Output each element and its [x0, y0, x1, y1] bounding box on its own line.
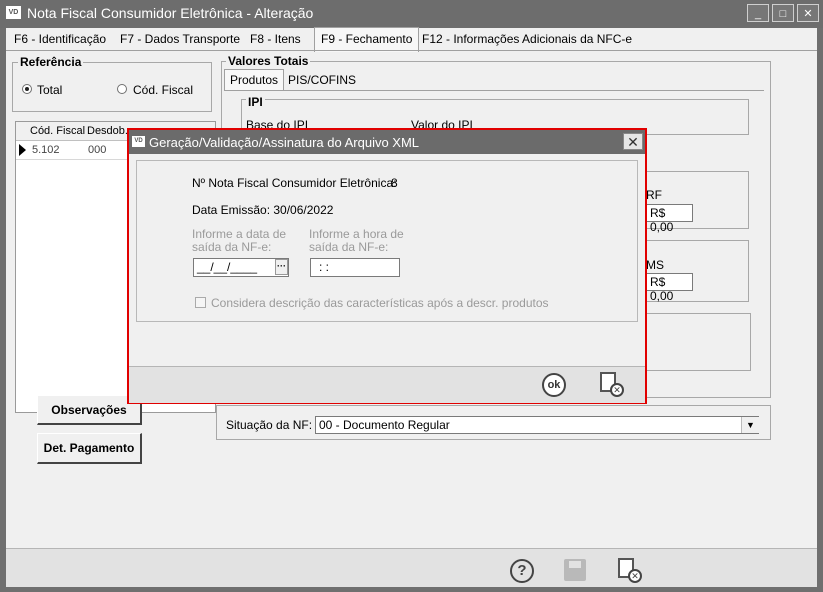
tab-fechamento[interactable]: F9 - Fechamento [314, 27, 420, 52]
save-icon-shutter [569, 561, 581, 568]
tab-divider [6, 50, 817, 51]
considera-checkbox-label: Considera descrição das características … [211, 296, 549, 310]
tab-dados-transporte[interactable]: F7 - Dados Transporte [114, 28, 246, 50]
partial-label-1: RF [646, 188, 662, 202]
ipi-title: IPI [246, 95, 265, 109]
situacao-select[interactable]: 00 - Documento Regular [315, 416, 759, 434]
situacao-value: 00 - Documento Regular [319, 418, 450, 432]
xml-modal: VD Geração/Validação/Assinatura do Arqui… [127, 128, 647, 404]
radio-cod-fiscal-label: Cód. Fiscal [133, 83, 194, 97]
data-emissao: Data Emissão: 30/06/2022 [192, 203, 334, 217]
saida-time-value: : : [319, 260, 330, 274]
save-icon[interactable] [564, 559, 586, 581]
tab-identificacao[interactable]: F6 - Identificação [8, 28, 112, 50]
time-label-line2: saída da NF-e: [309, 240, 389, 254]
modal-cancel-badge-icon: ✕ [610, 383, 624, 397]
status-bar [6, 548, 817, 587]
valores-totais-title: Valores Totais [226, 54, 311, 68]
time-label-line1: Informe a hora de [309, 227, 404, 241]
app-icon: VD [6, 6, 21, 19]
grid-cell-cod-fiscal: 5.102 [32, 144, 60, 156]
modal-title: Geração/Validação/Assinatura do Arquivo … [149, 135, 420, 150]
partial-label-2: MS [646, 258, 664, 272]
date-label-line1: Informe a data de [192, 227, 287, 241]
close-button[interactable]: ✕ [797, 4, 819, 22]
date-label-line2: saída da NF-e: [192, 240, 272, 254]
nfce-value: 8 [391, 176, 398, 190]
cancel-badge-icon: ✕ [628, 569, 642, 583]
help-icon[interactable]: ? [510, 559, 534, 583]
grid-cell-desdob: 000 [88, 144, 107, 156]
modal-close-button[interactable]: ✕ [623, 133, 643, 150]
saida-date-value: __/__/____ [197, 260, 258, 274]
subtab-pis-cofins[interactable]: PIS/COFINS [288, 71, 356, 89]
tab-strip: F6 - Identificação F7 - Dados Transporte… [6, 27, 817, 52]
tab-informacoes-adicionais[interactable]: F12 - Informações Adicionais da NFC-e [416, 28, 638, 50]
value-field-2[interactable]: R$ 0,00 [646, 273, 693, 303]
window-title: Nota Fiscal Consumidor Eletrônica - Alte… [27, 5, 314, 21]
maximize-button[interactable]: □ [772, 4, 794, 22]
modal-footer [129, 366, 645, 403]
radio-total-label: Total [37, 83, 63, 97]
subtab-produtos[interactable]: Produtos [224, 69, 284, 91]
radio-cod-fiscal[interactable] [117, 84, 127, 94]
det-pagamento-button[interactable]: Det. Pagamento [37, 433, 142, 464]
ok-button[interactable]: ok [542, 373, 566, 397]
minimize-button[interactable]: _ [747, 4, 769, 22]
nfce-label: Nº Nota Fiscal Consumidor Eletrônica: [192, 176, 397, 190]
grid-col-cod-fiscal: Cód. Fiscal [30, 125, 86, 137]
saida-time-input[interactable]: : : [310, 258, 400, 277]
modal-title-bar: VD Geração/Validação/Assinatura do Arqui… [129, 130, 645, 154]
situacao-label: Situação da NF: [226, 418, 313, 432]
value-field-1[interactable]: R$ 0,00 [646, 204, 693, 234]
tab-itens[interactable]: F8 - Itens [244, 28, 307, 50]
chevron-down-icon[interactable]: ▼ [741, 417, 759, 433]
radio-total[interactable] [22, 84, 32, 94]
considera-checkbox[interactable] [195, 297, 206, 308]
referencia-title: Referência [18, 55, 84, 69]
subtab-divider [224, 90, 764, 91]
row-pointer-icon [19, 144, 26, 156]
title-bar: VD Nota Fiscal Consumidor Eletrônica - A… [0, 0, 823, 28]
grid-col-desdob: Desdob. [87, 125, 128, 137]
date-picker-button[interactable]: ··· [275, 259, 288, 275]
modal-app-icon: VD [132, 136, 145, 147]
